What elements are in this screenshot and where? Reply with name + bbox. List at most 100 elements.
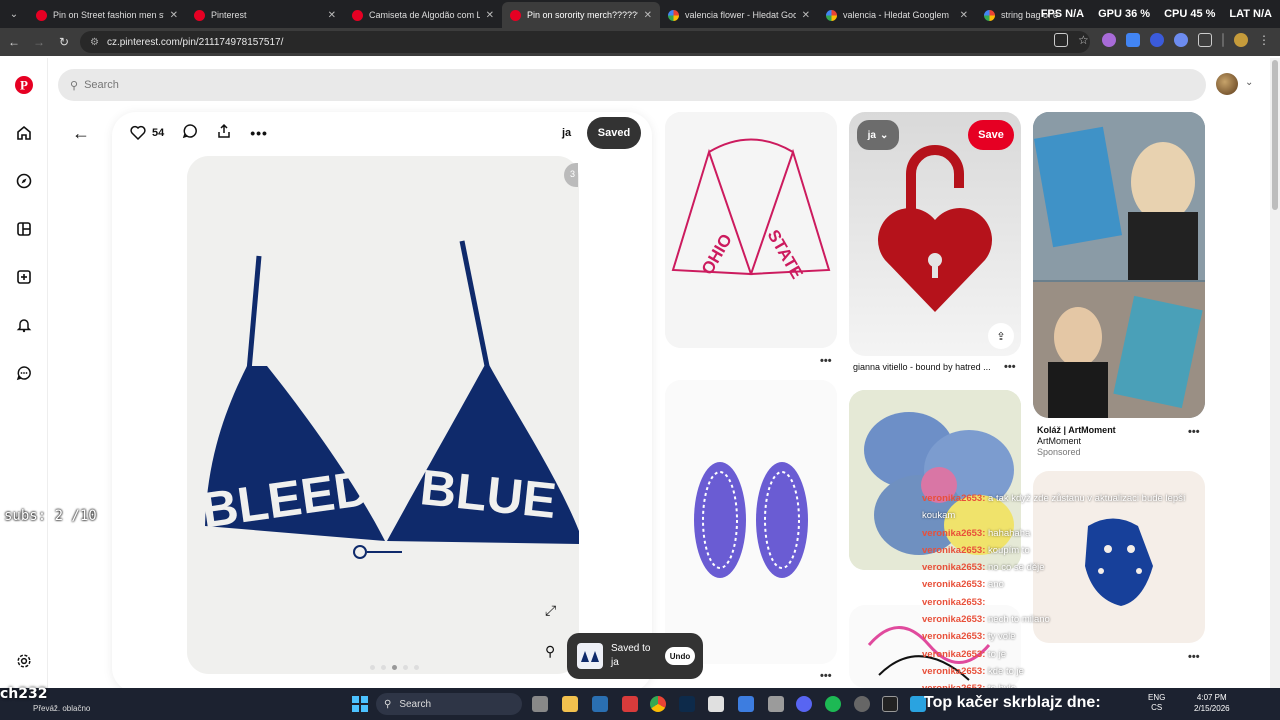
board-selector[interactable]: ja xyxy=(562,127,571,139)
pin-title[interactable]: Koláž | ArtMoment xyxy=(1037,425,1116,435)
back-arrow-icon[interactable]: ← xyxy=(72,123,90,144)
gpu-readout: GPU 36 % xyxy=(1098,8,1151,20)
carousel-dot[interactable] xyxy=(403,665,408,670)
reload-icon[interactable]: ↻ xyxy=(53,31,75,53)
pinterest-logo-icon[interactable]: P xyxy=(14,75,34,95)
photoshop-icon[interactable] xyxy=(679,696,695,712)
pin-image[interactable]: BLEED BLUE xyxy=(187,156,579,674)
tab-1[interactable]: Pin on Street fashion men stree ✕ xyxy=(28,2,186,28)
undo-button[interactable]: Undo xyxy=(665,647,695,665)
tab-2[interactable]: Pinterest ✕ xyxy=(186,2,344,28)
windows-start-icon[interactable] xyxy=(352,696,368,712)
bookmark-star-icon[interactable]: ☆ xyxy=(1078,33,1092,47)
close-icon[interactable]: ✕ xyxy=(644,10,652,21)
more-options-icon[interactable]: ••• xyxy=(820,355,832,367)
notifications-bell-icon[interactable] xyxy=(14,315,34,335)
site-info-icon[interactable]: ⚙ xyxy=(90,37,99,48)
save-button[interactable]: Save xyxy=(968,120,1014,150)
language-indicator[interactable]: ENG CS xyxy=(1148,693,1165,713)
create-plus-icon[interactable] xyxy=(14,267,34,287)
close-icon[interactable]: ✕ xyxy=(486,10,494,21)
chevron-down-icon[interactable]: ⌄ xyxy=(1245,77,1253,88)
share-icon[interactable]: ⇪ xyxy=(988,323,1014,349)
pin-advertiser[interactable]: ArtMoment xyxy=(1037,436,1081,446)
steam-icon[interactable] xyxy=(592,696,608,712)
extension-icon-2[interactable] xyxy=(1150,33,1164,47)
carousel-dot-active[interactable] xyxy=(392,665,397,670)
home-icon[interactable] xyxy=(14,123,34,143)
profile-icon[interactable] xyxy=(1234,33,1248,47)
extension-icon-3[interactable] xyxy=(1174,33,1188,47)
discord-icon[interactable] xyxy=(796,696,812,712)
more-options-icon[interactable]: ••• xyxy=(1188,426,1200,438)
carousel-dot[interactable] xyxy=(414,665,419,670)
tab-label: Pin on Street fashion men stree xyxy=(53,10,164,20)
app-blue-icon[interactable] xyxy=(738,696,754,712)
close-icon[interactable]: ✕ xyxy=(328,10,336,21)
more-options-icon[interactable]: ••• xyxy=(1004,361,1016,373)
file-explorer-icon[interactable] xyxy=(562,696,578,712)
audio-app-icon[interactable] xyxy=(768,696,784,712)
saved-button[interactable]: Saved xyxy=(587,117,641,149)
tab-3[interactable]: Camiseta de Algodão com Log ✕ xyxy=(344,2,502,28)
carousel-dot[interactable] xyxy=(381,665,386,670)
carousel-dot[interactable] xyxy=(370,665,375,670)
task-view-icon[interactable] xyxy=(532,696,548,712)
extension-icon-1[interactable] xyxy=(1102,33,1116,47)
tab-6[interactable]: valencia - Hledat Googlem ✕ xyxy=(818,2,976,28)
lat-readout: LAT N/A xyxy=(1229,8,1272,20)
boards-icon[interactable] xyxy=(14,219,34,239)
tab-search-icon[interactable]: ⌄ xyxy=(0,0,28,28)
back-icon[interactable]: ← xyxy=(3,31,25,53)
board-dropdown[interactable]: ja ⌄ xyxy=(857,120,899,150)
stream-ticker: Top kačer skrblajz dne: xyxy=(924,694,1101,711)
app-gray-icon[interactable] xyxy=(854,696,870,712)
pin-card-footprints[interactable] xyxy=(665,380,837,664)
pinterest-icon xyxy=(36,9,47,21)
taskbar-search[interactable]: ⚲ Search xyxy=(376,693,522,715)
taskbar-search-label: Search xyxy=(399,698,432,710)
chat-message: kde to je xyxy=(988,665,1024,677)
close-icon[interactable]: ✕ xyxy=(960,10,968,21)
address-bar[interactable]: ⚙ cz.pinterest.com/pin/211174978157517/ xyxy=(80,31,1090,53)
translate-icon[interactable] xyxy=(1126,33,1140,47)
explore-compass-icon[interactable] xyxy=(14,171,34,191)
pin-card-artmoment-ad[interactable] xyxy=(1033,112,1205,418)
like-heart-icon[interactable]: 54 xyxy=(130,125,164,140)
app-red-icon[interactable] xyxy=(622,696,638,712)
more-options-icon[interactable]: ••• xyxy=(820,670,832,682)
avatar[interactable] xyxy=(1216,73,1238,95)
puzzle-icon[interactable] xyxy=(1198,33,1212,47)
epic-games-icon[interactable] xyxy=(882,696,898,712)
tab-4-active[interactable]: Pin on sorority merch?????? ✕ xyxy=(502,2,660,28)
cast-icon[interactable] xyxy=(1054,33,1068,47)
scrollbar-thumb[interactable] xyxy=(1272,60,1278,210)
document-icon[interactable] xyxy=(708,696,724,712)
expand-icon[interactable]: ⤢ xyxy=(545,602,556,619)
clock-time: 4:07 PM xyxy=(1196,693,1227,702)
close-icon[interactable]: ✕ xyxy=(170,10,178,21)
pin-caption[interactable]: gianna vitiello - bound by hatred ... xyxy=(853,362,991,372)
pin-card-ohio-state[interactable]: OHIO STATE xyxy=(665,112,837,348)
taskbar-clock[interactable]: 4:07 PM 2/15/2026 xyxy=(1194,692,1230,714)
menu-icon[interactable]: ⋮ xyxy=(1258,33,1272,47)
more-options-icon[interactable]: ••• xyxy=(250,125,268,141)
messages-icon[interactable] xyxy=(14,363,34,383)
spotify-icon[interactable] xyxy=(825,696,841,712)
forward-icon[interactable]: → xyxy=(28,31,50,53)
chat-username: veronika2653: xyxy=(922,579,986,591)
chat-overlay: veronika2653: a tak když zde zůstanu v a… xyxy=(922,490,1262,698)
chat-username: veronika2653: xyxy=(922,648,986,660)
google-icon xyxy=(826,9,837,21)
toast-thumbnail xyxy=(577,643,603,669)
search-input[interactable]: ⚲ Search xyxy=(58,69,1206,101)
visual-search-icon[interactable]: ⚲ xyxy=(545,643,555,660)
comment-icon[interactable] xyxy=(182,123,198,142)
settings-gear-icon[interactable] xyxy=(14,651,34,671)
chrome-icon[interactable] xyxy=(650,696,666,712)
tab-5[interactable]: valencia flower - Hledat Google ✕ xyxy=(660,2,818,28)
share-icon[interactable] xyxy=(216,123,232,142)
weather-text[interactable]: Převáž. oblačno xyxy=(33,704,90,713)
close-icon[interactable]: ✕ xyxy=(802,10,810,21)
carousel-dots xyxy=(370,665,419,670)
